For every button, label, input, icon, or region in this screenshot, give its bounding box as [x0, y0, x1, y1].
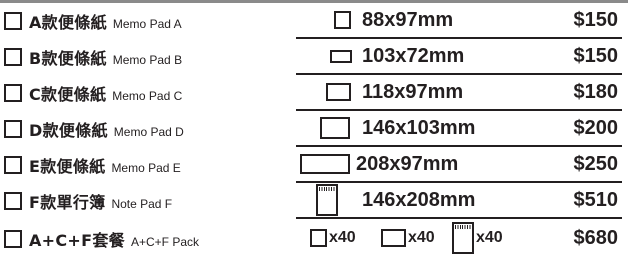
checkbox-a[interactable] — [4, 12, 22, 30]
product-size: 103x72mm — [362, 45, 465, 67]
checkbox-pack[interactable] — [4, 230, 22, 248]
pack-qty: x40 — [329, 229, 356, 246]
product-name-en: Memo Pad A — [112, 17, 182, 31]
product-spec-a: 88x97mm $150 — [296, 3, 622, 39]
product-row-a: A款便條紙 Memo Pad A 88x97mm $150 — [0, 3, 628, 39]
memo-pad-icon — [300, 147, 350, 181]
product-option-e[interactable]: E款便條紙 Memo Pad E — [4, 153, 181, 177]
product-size: 146x208mm — [362, 189, 476, 211]
product-name-en: A+C+F Pack — [130, 235, 199, 249]
checkbox-e[interactable] — [4, 156, 22, 174]
pack-contents: x40 x40 x40 $680 — [296, 221, 622, 255]
product-name-zh: E款便條紙 — [29, 157, 106, 176]
product-option-c[interactable]: C款便條紙 Memo Pad C — [4, 81, 182, 105]
pack-item-c: x40 — [381, 221, 435, 255]
product-spec-e: 208x97mm $250 — [296, 147, 622, 183]
checkbox-d[interactable] — [4, 120, 22, 138]
product-size: 118x97mm — [362, 81, 464, 103]
product-name-en: Memo Pad B — [112, 53, 183, 67]
pack-item-f: x40 — [452, 221, 503, 255]
product-name-zh: F款單行簿 — [29, 193, 106, 212]
product-spec-b: 103x72mm $150 — [296, 39, 622, 75]
product-size: 146x103mm — [362, 117, 476, 139]
checkbox-b[interactable] — [4, 48, 22, 66]
product-row-d: D款便條紙 Memo Pad D 146x103mm $200 — [0, 111, 628, 147]
product-option-pack[interactable]: A+C+F套餐 A+C+F Pack — [4, 227, 199, 251]
checkbox-c[interactable] — [4, 84, 22, 102]
product-option-b[interactable]: B款便條紙 Memo Pad B — [4, 45, 182, 69]
product-price: $510 — [573, 189, 619, 211]
product-price: $180 — [573, 81, 619, 103]
product-name-en: Memo Pad D — [113, 125, 184, 139]
product-option-d[interactable]: D款便條紙 Memo Pad D — [4, 117, 184, 141]
memo-pad-icon — [330, 39, 352, 73]
product-size: 88x97mm — [362, 9, 454, 31]
product-price: $200 — [573, 117, 619, 139]
product-name-en: Memo Pad E — [111, 161, 181, 175]
memo-pad-icon — [310, 229, 327, 247]
product-spec-c: 118x97mm $180 — [296, 75, 622, 111]
product-name-zh: C款便條紙 — [29, 85, 107, 104]
product-name-en: Note Pad F — [111, 197, 173, 211]
product-option-f[interactable]: F款單行簿 Note Pad F — [4, 189, 172, 213]
product-price: $150 — [573, 9, 619, 31]
product-row-e: E款便條紙 Memo Pad E 208x97mm $250 — [0, 147, 628, 183]
memo-pad-icon — [334, 3, 351, 37]
product-spec-d: 146x103mm $200 — [296, 111, 622, 147]
product-spec-f: 146x208mm $510 — [296, 183, 622, 219]
product-size: 208x97mm — [356, 153, 459, 175]
product-row-pack: A+C+F套餐 A+C+F Pack x40 x40 x40 $680 — [0, 221, 628, 257]
product-row-c: C款便條紙 Memo Pad C 118x97mm $180 — [0, 75, 628, 111]
spiral-notepad-icon — [452, 222, 474, 254]
memo-pad-icon — [381, 229, 406, 247]
product-name-zh: A款便條紙 — [29, 13, 107, 32]
product-name-zh: B款便條紙 — [29, 49, 107, 68]
product-row-b: B款便條紙 Memo Pad B 103x72mm $150 — [0, 39, 628, 75]
product-price: $250 — [573, 153, 619, 175]
spiral-notepad-icon — [316, 183, 338, 217]
product-name-en: Memo Pad C — [112, 89, 183, 103]
product-row-f: F款單行簿 Note Pad F 146x208mm $510 — [0, 183, 628, 219]
product-name-zh: A+C+F套餐 — [29, 231, 125, 250]
pack-price: $680 — [573, 227, 619, 249]
product-name-zh: D款便條紙 — [29, 121, 108, 140]
memo-pad-icon — [326, 75, 351, 109]
pack-qty: x40 — [408, 229, 435, 246]
product-option-a[interactable]: A款便條紙 Memo Pad A — [4, 9, 182, 33]
pack-qty: x40 — [476, 229, 503, 246]
pack-item-a: x40 — [310, 221, 356, 255]
checkbox-f[interactable] — [4, 192, 22, 210]
memo-pad-icon — [320, 111, 350, 145]
product-price: $150 — [573, 45, 619, 67]
